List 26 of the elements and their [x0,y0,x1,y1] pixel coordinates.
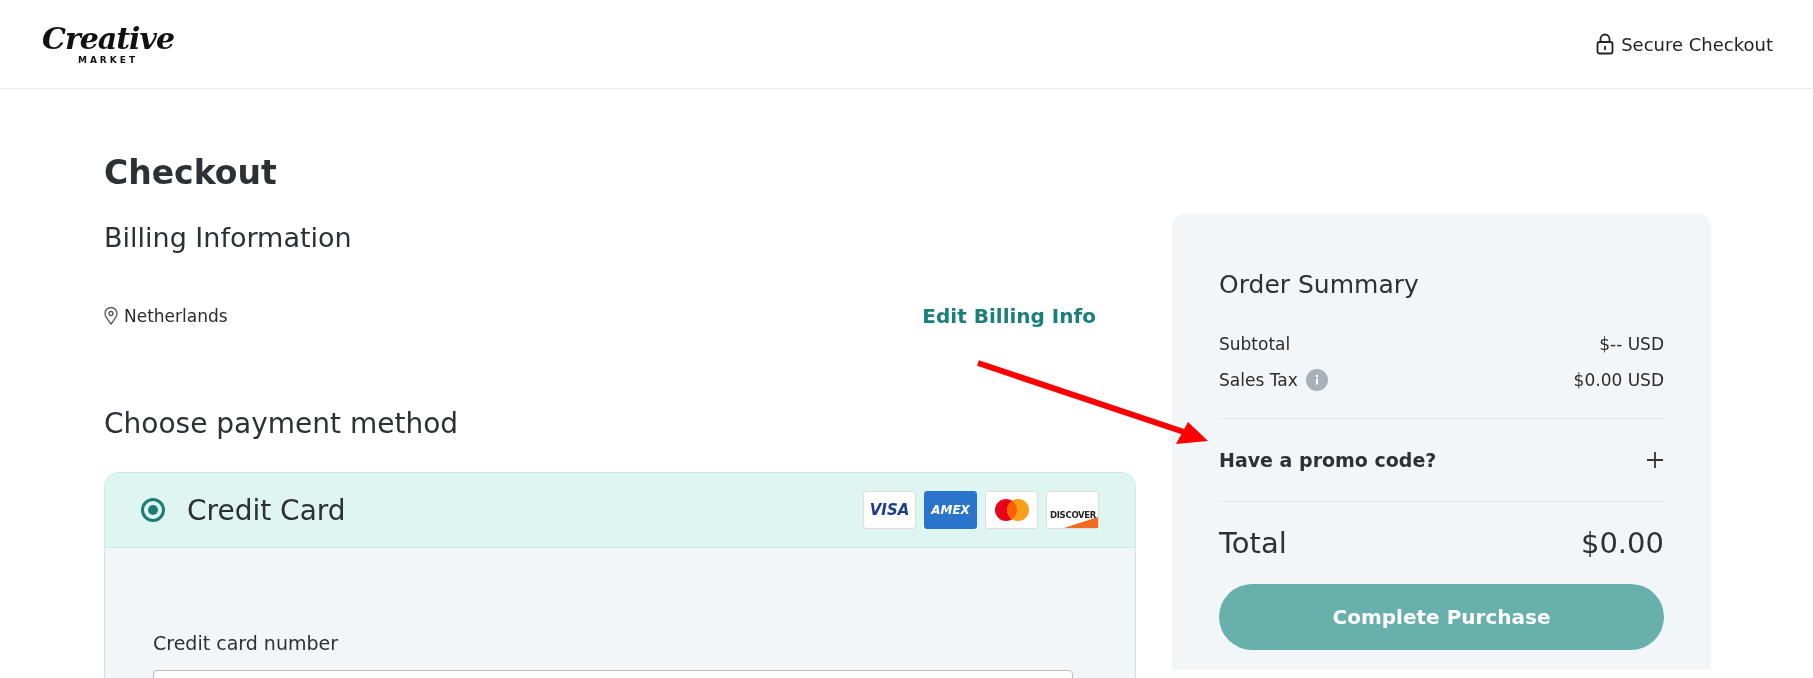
mastercard-logo [985,491,1038,529]
summary-heading: Order Summary [1219,270,1420,300]
edit-billing-link[interactable]: Edit Billing Info [922,304,1096,328]
line-value: $0.00 USD [1573,369,1664,392]
total-value: $0.00 [1580,526,1664,560]
country-label: Netherlands [124,306,228,326]
section-heading: Billing Information [104,221,353,255]
field-label: Credit card number [153,632,339,654]
payment-option[interactable]: Credit Card VISA AMEX DISCOVER [105,473,1135,548]
radio-button[interactable] [141,498,165,522]
section-heading: Choose payment method [104,406,460,442]
promo-toggle[interactable]: Have a promo code? [1219,419,1664,502]
line-label: Subtotal [1219,333,1291,356]
location-pin-icon [104,307,118,325]
logo[interactable]: Creative MARKET [42,23,174,65]
plus-icon [1646,451,1664,469]
lock-icon [1596,33,1615,55]
line-value: $-- USD [1599,333,1664,356]
secure-checkout-label: Secure Checkout [1621,33,1773,55]
discover-card-logo: DISCOVER [1046,491,1099,529]
visa-card-logo: VISA [863,491,916,529]
total-label: Total [1219,526,1287,560]
line-label: Sales Tax [1219,369,1298,392]
page-title: Checkout [104,153,278,193]
info-icon[interactable] [1305,369,1328,391]
amex-card-logo: AMEX [924,491,977,529]
